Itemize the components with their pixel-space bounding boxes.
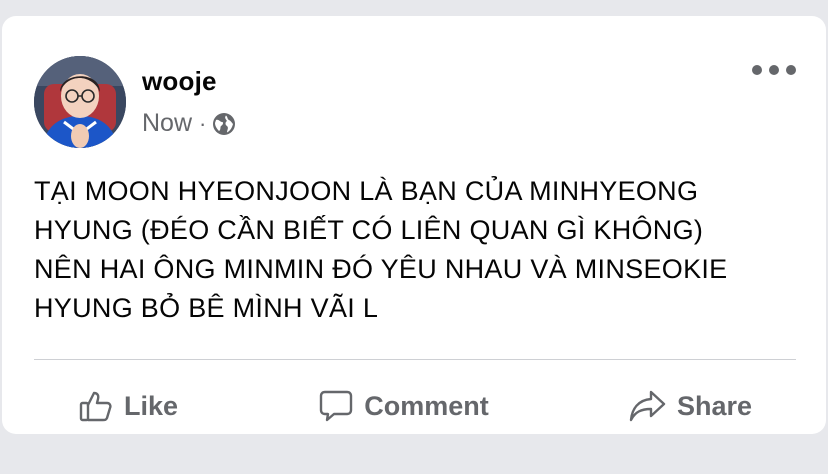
more-dot — [752, 65, 762, 75]
more-dot — [769, 65, 779, 75]
actions-divider — [34, 359, 796, 360]
comment-button[interactable]: Comment — [304, 376, 503, 436]
avatar[interactable] — [34, 56, 126, 148]
comment-bubble-icon — [318, 388, 354, 424]
meta-separator: · — [199, 110, 207, 136]
comment-label: Comment — [364, 390, 489, 421]
share-button[interactable]: Share — [615, 376, 766, 436]
like-label: Like — [124, 390, 179, 421]
post-author[interactable]: wooje — [142, 66, 217, 97]
post-actions-bar: Like Comment Share — [34, 372, 796, 440]
share-label: Share — [676, 390, 752, 421]
globe-icon[interactable] — [212, 112, 236, 136]
post-time[interactable]: Now — [142, 109, 192, 138]
avatar-image — [34, 56, 126, 148]
more-dot — [786, 65, 796, 75]
post-body-text: TẠI MOON HYEONJOON LÀ BẠN CỦA MINHYEONG … — [34, 176, 728, 323]
more-options-button[interactable] — [752, 56, 796, 84]
share-arrow-icon — [629, 388, 667, 424]
thumbs-up-icon — [78, 388, 114, 424]
post-card: wooje Now · TẠI MOON HYEONJOON LÀ BẠN CỦ… — [2, 16, 826, 434]
like-button[interactable]: Like — [64, 376, 192, 436]
post-meta: Now · — [142, 109, 236, 138]
